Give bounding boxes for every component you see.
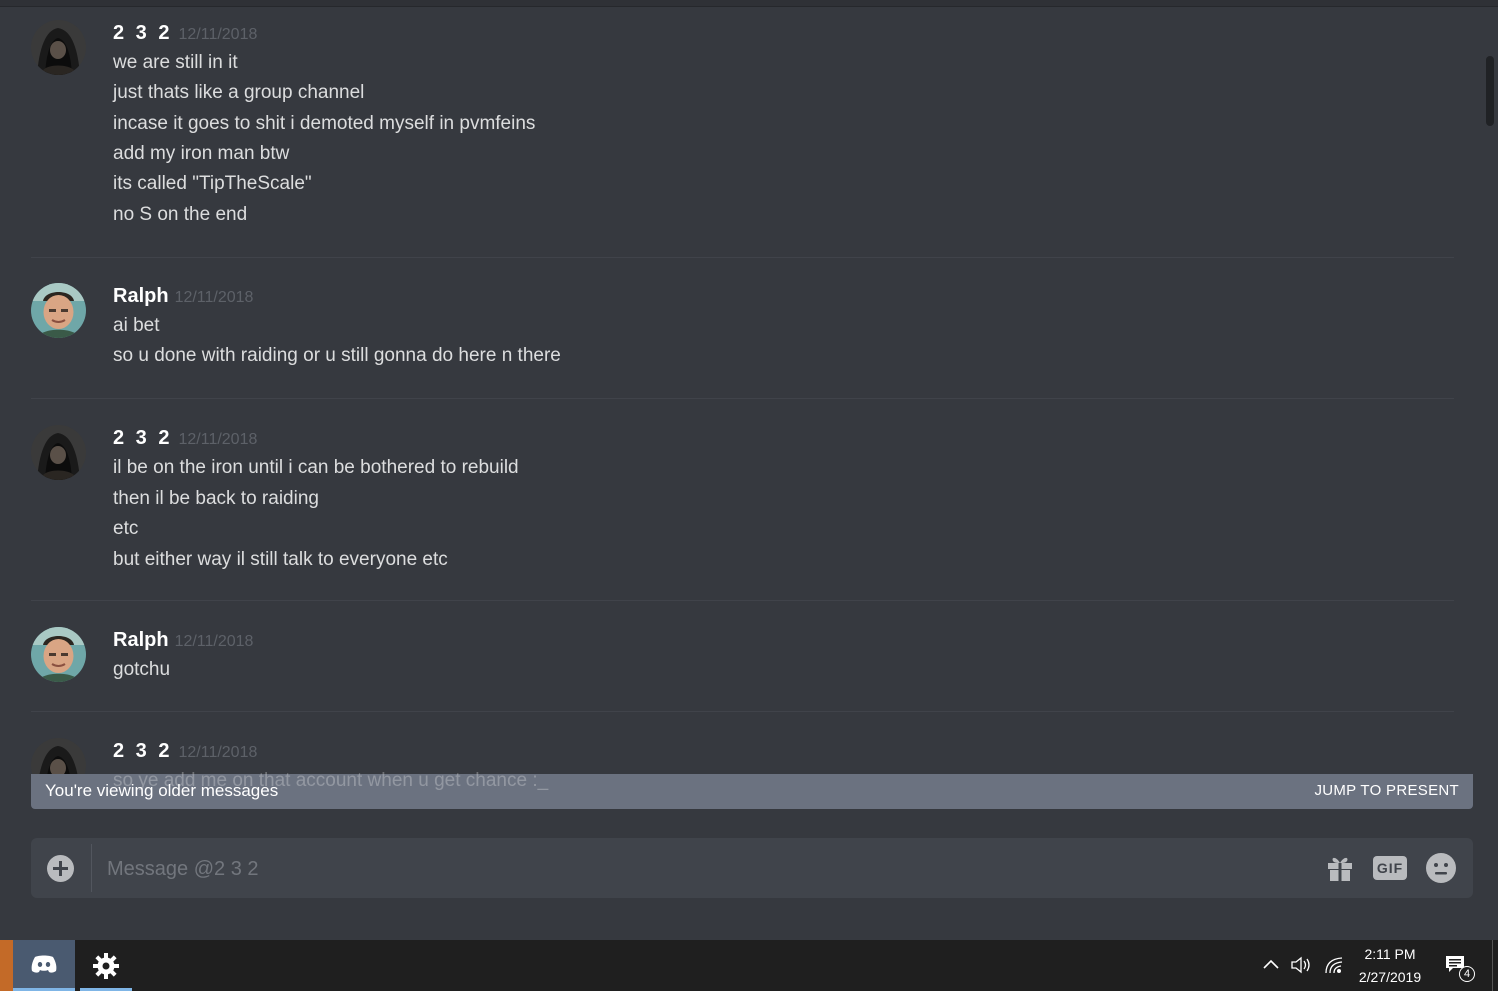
composer-divider bbox=[91, 844, 92, 892]
avatar[interactable] bbox=[31, 20, 86, 75]
message-author[interactable]: 2 3 2 12/11/2018 bbox=[113, 740, 257, 763]
message-divider bbox=[31, 600, 1454, 601]
volume-icon[interactable] bbox=[1290, 956, 1312, 979]
message-timestamp: 12/11/2018 bbox=[174, 289, 254, 306]
avatar[interactable] bbox=[31, 425, 86, 480]
message-text: but either way il still talk to everyone… bbox=[113, 549, 448, 570]
message-text: just thats like a group channel bbox=[113, 82, 365, 103]
message-divider bbox=[31, 257, 1454, 258]
emoji-icon[interactable] bbox=[1426, 853, 1456, 883]
taskbar-discord-button[interactable] bbox=[13, 940, 75, 991]
taskbar-accent bbox=[0, 940, 13, 991]
windows-taskbar: 2:11 PM 2/27/2019 4 bbox=[0, 940, 1498, 991]
chevron-up-icon[interactable] bbox=[1262, 954, 1280, 975]
jump-to-present-button[interactable]: JUMP TO PRESENT bbox=[1314, 782, 1459, 799]
message-text: gotchu bbox=[113, 659, 171, 680]
taskbar-clock-date[interactable]: 2/27/2019 bbox=[1340, 969, 1440, 985]
message-timestamp: 12/11/2018 bbox=[174, 633, 254, 650]
message-input[interactable] bbox=[107, 855, 1307, 883]
message-text: ai bet bbox=[113, 315, 160, 336]
avatar[interactable] bbox=[31, 283, 86, 338]
message-composer: GIF bbox=[31, 838, 1473, 898]
scrollbar-thumb[interactable] bbox=[1486, 56, 1494, 126]
message-scrollbar[interactable] bbox=[1484, 52, 1496, 788]
older-messages-banner: so ye add me on that account when u get … bbox=[31, 770, 1473, 809]
avatar[interactable] bbox=[31, 738, 86, 774]
message-author[interactable]: Ralph 12/11/2018 bbox=[113, 629, 253, 652]
message-text: we are still in it bbox=[113, 52, 238, 73]
message-text: add my iron man btw bbox=[113, 143, 290, 164]
message-text: then il be back to raiding bbox=[113, 488, 319, 509]
settings-icon bbox=[93, 953, 119, 979]
message-author[interactable]: Ralph 12/11/2018 bbox=[113, 285, 253, 308]
message-list: 2 3 2 12/11/2018 we are still in it just … bbox=[0, 8, 1480, 774]
message-text: so u done with raiding or u still gonna … bbox=[113, 345, 561, 366]
message-divider bbox=[31, 398, 1454, 399]
add-icon[interactable] bbox=[47, 855, 74, 882]
avatar[interactable] bbox=[31, 627, 86, 682]
gift-icon[interactable] bbox=[1327, 854, 1353, 882]
message-timestamp: 12/11/2018 bbox=[178, 26, 258, 43]
message-text: no S on the end bbox=[113, 204, 248, 225]
show-desktop-button[interactable] bbox=[1492, 940, 1493, 991]
message-text: etc bbox=[113, 518, 139, 539]
message-text: il be on the iron until i can be bothere… bbox=[113, 457, 519, 478]
message-divider bbox=[31, 711, 1454, 712]
discord-icon bbox=[31, 955, 57, 973]
message-author[interactable]: 2 3 2 12/11/2018 bbox=[113, 22, 257, 45]
message-text: incase it goes to shit i demoted myself … bbox=[113, 113, 536, 134]
message-text: its called "TipTheScale" bbox=[113, 173, 312, 194]
notification-badge: 4 bbox=[1459, 966, 1475, 982]
older-messages-label: You're viewing older messages bbox=[45, 781, 279, 800]
message-timestamp: 12/11/2018 bbox=[178, 744, 258, 761]
message-timestamp: 12/11/2018 bbox=[178, 431, 258, 448]
taskbar-clock-time[interactable]: 2:11 PM bbox=[1340, 946, 1440, 962]
discord-window: 2 3 2 12/11/2018 we are still in it just … bbox=[0, 0, 1498, 940]
gif-icon[interactable]: GIF bbox=[1373, 856, 1407, 880]
taskbar-settings-button[interactable] bbox=[80, 940, 132, 991]
message-author[interactable]: 2 3 2 12/11/2018 bbox=[113, 427, 257, 450]
window-top-border bbox=[0, 0, 1498, 7]
